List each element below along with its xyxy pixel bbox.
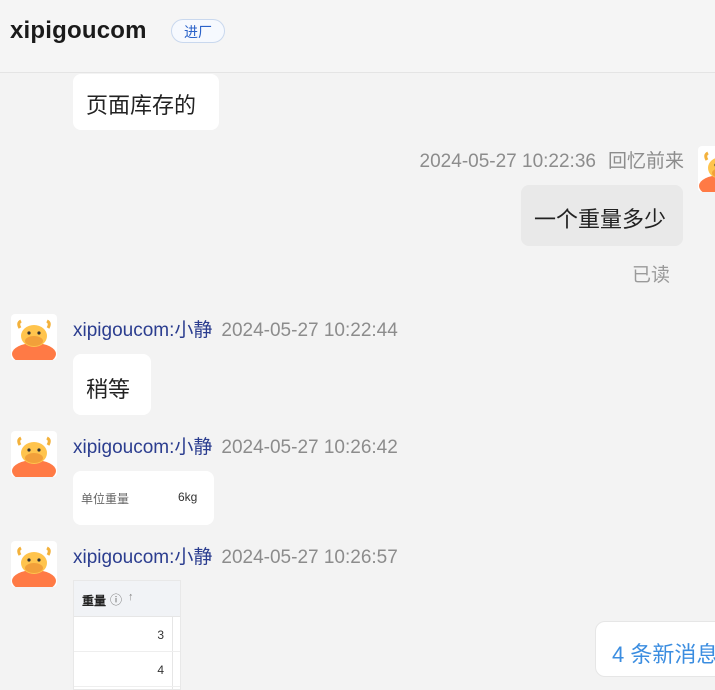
attribute-card[interactable]: 单位重量 6kg [73,471,214,525]
new-messages-button[interactable]: 4 条新消息 [595,621,715,677]
message-sender-line: xipigoucom:小静 2024-05-27 10:22:44 [73,315,398,342]
message-sender-line: xipigoucom:小静 2024-05-27 10:26:57 [73,542,398,569]
sort-ascending-icon[interactable]: ↑ [128,591,134,603]
message-timestamp: 2024-05-27 10:22:36 [419,151,596,172]
message-text: 页面库存的 [86,93,197,118]
table-cell: 4 [157,663,164,677]
message-text: 稍等 [86,377,131,402]
column-header-weight[interactable]: 重量 [82,592,106,609]
message-text: 一个重量多少 [534,207,667,232]
data-table-card[interactable]: 重量 ⓘ ↑ 3 4 [73,580,181,690]
agent-avatar[interactable] [11,541,57,587]
agent-avatar[interactable] [11,431,57,477]
bull-avatar-icon [11,314,57,360]
message-meta: 2024-05-27 10:22:36 回忆前来 [420,146,684,173]
attribute-key: 单位重量 [81,492,130,506]
sender-name[interactable]: xipigoucom:小静 [73,437,212,458]
info-icon[interactable]: ⓘ [110,591,122,608]
my-message-bubble: 一个重量多少 [521,185,683,246]
chat-header: xipigoucom 进厂 [0,0,715,73]
bull-avatar-icon [11,431,57,477]
recall-link[interactable]: 回忆前来 [608,151,684,172]
message-sender-line: xipigoucom:小静 2024-05-27 10:26:42 [73,432,398,459]
status-badge[interactable]: 进厂 [171,19,225,43]
sender-name[interactable]: xipigoucom:小静 [73,320,212,341]
read-status: 已读 [632,265,671,286]
agent-avatar[interactable] [11,314,57,360]
my-avatar[interactable] [698,146,715,192]
bull-avatar-icon [11,541,57,587]
message-bubble: 稍等 [73,354,151,415]
table-row: 3 [74,617,180,652]
bull-avatar-icon [698,146,715,192]
message-timestamp: 2024-05-27 10:22:44 [221,320,398,341]
message-timestamp: 2024-05-27 10:26:57 [221,547,398,568]
sender-name[interactable]: xipigoucom:小静 [73,547,212,568]
message-timestamp: 2024-05-27 10:26:42 [221,437,398,458]
table-cell: 3 [157,628,164,642]
message-bubble: 页面库存的 [73,74,219,130]
attribute-value: 6kg [178,490,198,504]
new-messages-label: 4 条新消息 [612,642,715,667]
chat-title: xipigoucom [10,17,147,44]
table-header: 重量 ⓘ ↑ [74,581,180,617]
